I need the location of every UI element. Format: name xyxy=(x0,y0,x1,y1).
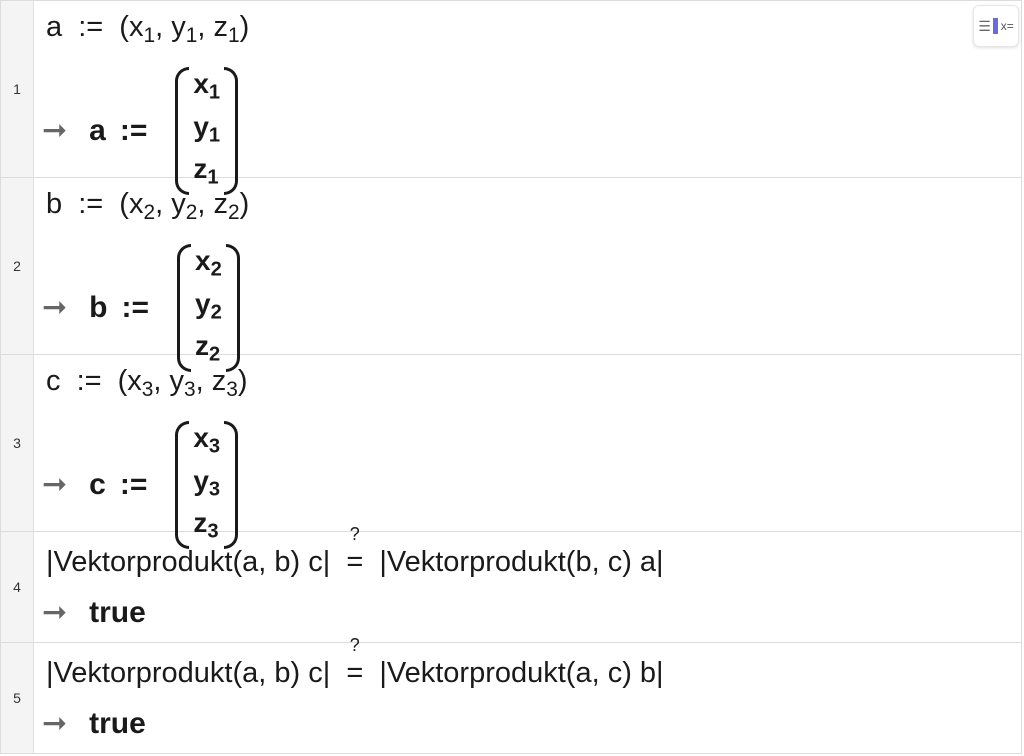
cas-cell[interactable]: c := (x3, y3, z3) ➞ c := x3 y3 z3 xyxy=(34,355,1021,549)
result-arrow-icon: ➞ xyxy=(42,596,68,629)
row-number[interactable]: 5 xyxy=(1,643,34,753)
paren-close: ) xyxy=(237,365,248,397)
var-name: a xyxy=(89,113,106,147)
assign-op: := xyxy=(119,467,148,501)
sub-y: 2 xyxy=(185,200,198,224)
row-number[interactable]: 3 xyxy=(1,355,34,531)
assign-op: := xyxy=(78,11,104,43)
var-name: a xyxy=(46,11,63,43)
cas-row-2[interactable]: 2 b := (x2, y2, z2) ➞ b := x2 y2 z2 xyxy=(1,178,1021,372)
sub-x: 3 xyxy=(141,377,154,401)
cas-output: ➞ true xyxy=(42,596,146,630)
assign-op: := xyxy=(121,290,149,324)
cas-cell[interactable]: b := (x2, y2, z2) ➞ b := x2 y2 z2 xyxy=(34,178,1021,372)
result-value: true xyxy=(89,596,146,629)
paren-close: ) xyxy=(239,188,250,220)
paren-close: ) xyxy=(239,11,250,43)
cas-input[interactable]: |Vektorprodukt(a, b) c| ? = |Vektorproduk… xyxy=(46,524,664,579)
column-vector: x2 y2 z2 xyxy=(176,244,240,372)
sub-x: 1 xyxy=(143,23,156,47)
cas-output: ➞ true xyxy=(42,707,146,741)
cas-input[interactable]: |Vektorprodukt(a, b) c| ? = |Vektorproduk… xyxy=(46,635,664,690)
coord-y: y xyxy=(171,11,186,43)
result-arrow-icon: ➞ xyxy=(42,467,68,501)
paren-open: ( xyxy=(117,365,128,397)
cas-cell[interactable]: |Vektorprodukt(a, b) c| ? = |Vektorproduk… xyxy=(34,524,1021,642)
sub-x: 2 xyxy=(143,200,156,224)
lhs-expression: |Vektorprodukt(a, b) c| xyxy=(46,546,331,578)
cas-output: ➞ b := x2 y2 z2 xyxy=(42,244,240,372)
right-paren xyxy=(224,67,239,195)
var-name: b xyxy=(89,290,108,324)
vec-y: y3 xyxy=(193,464,221,501)
assign-op: := xyxy=(76,365,102,397)
coord-x: x xyxy=(128,188,144,220)
row-number[interactable]: 4 xyxy=(1,532,34,642)
question-equals: ? = xyxy=(346,524,364,578)
coord-x: x xyxy=(128,11,144,43)
vec-x: x3 xyxy=(193,422,221,458)
lhs-expression: |Vektorprodukt(a, b) c| xyxy=(46,657,331,689)
vec-x: x1 xyxy=(193,68,221,104)
right-paren xyxy=(225,244,240,372)
cas-output: ➞ c := x3 y3 z3 xyxy=(42,421,239,549)
cas-output: ➞ a := x1 y1 z1 xyxy=(42,67,239,195)
var-name: c xyxy=(46,365,61,397)
right-paren xyxy=(224,421,239,549)
cas-row-1[interactable]: 1 a := (x1, y1, z1) ➞ a := x1 y1 z1 xyxy=(1,1,1021,195)
result-arrow-icon: ➞ xyxy=(42,290,68,324)
result-arrow-icon: ➞ xyxy=(42,707,68,740)
cas-row-3[interactable]: 3 c := (x3, y3, z3) ➞ c := x3 y3 z3 xyxy=(1,355,1021,549)
sub-y: 3 xyxy=(184,377,196,401)
var-name: c xyxy=(89,467,106,501)
cas-row-5[interactable]: 5 |Vektorprodukt(a, b) c| ? = |Vektorprod… xyxy=(1,635,1021,753)
coord-z: z xyxy=(213,188,228,220)
paren-open: ( xyxy=(119,11,129,43)
coord-z: z xyxy=(213,11,228,43)
cas-row-4[interactable]: 4 |Vektorprodukt(a, b) c| ? = |Vektorprod… xyxy=(1,524,1021,643)
left-paren xyxy=(175,421,190,549)
vec-x: x2 xyxy=(194,245,222,281)
column-vector: x1 y1 z1 xyxy=(175,67,239,195)
var-name: b xyxy=(46,188,63,220)
rhs-expression: |Vektorprodukt(b, c) a| xyxy=(379,546,664,578)
vec-y: y2 xyxy=(194,287,222,324)
sub-z: 1 xyxy=(227,23,240,47)
coord-y: y xyxy=(171,188,186,220)
row-number[interactable]: 1 xyxy=(1,1,34,177)
paren-open: ( xyxy=(119,188,129,220)
rhs-expression: |Vektorprodukt(a, c) b| xyxy=(379,657,664,689)
sub-z: 3 xyxy=(226,377,238,401)
coord-z: z xyxy=(211,365,227,397)
column-vector: x3 y3 z3 xyxy=(175,421,239,549)
cas-view: ☰ x= 1 a := (x1, y1, z1) ➞ a := x1 y1 z1… xyxy=(0,0,1022,754)
assign-op: := xyxy=(119,113,148,147)
left-paren xyxy=(175,67,190,195)
result-value: true xyxy=(89,707,146,740)
coord-y: y xyxy=(169,365,185,397)
result-arrow-icon: ➞ xyxy=(42,113,68,147)
cas-input[interactable]: c := (x3, y3, z3) xyxy=(46,365,248,402)
sub-z: 2 xyxy=(227,200,240,224)
cas-input[interactable]: b := (x2, y2, z2) xyxy=(46,188,249,225)
question-equals: ? = xyxy=(346,635,364,689)
vec-y: y1 xyxy=(193,110,221,147)
cas-input[interactable]: a := (x1, y1, z1) xyxy=(46,11,249,48)
assign-op: := xyxy=(78,188,104,220)
cas-cell[interactable]: a := (x1, y1, z1) ➞ a := x1 y1 z1 xyxy=(34,1,1021,195)
left-paren xyxy=(176,244,191,372)
coord-x: x xyxy=(127,365,142,397)
cas-cell[interactable]: |Vektorprodukt(a, b) c| ? = |Vektorproduk… xyxy=(34,635,1021,753)
row-number[interactable]: 2 xyxy=(1,178,34,354)
sub-y: 1 xyxy=(185,23,198,47)
